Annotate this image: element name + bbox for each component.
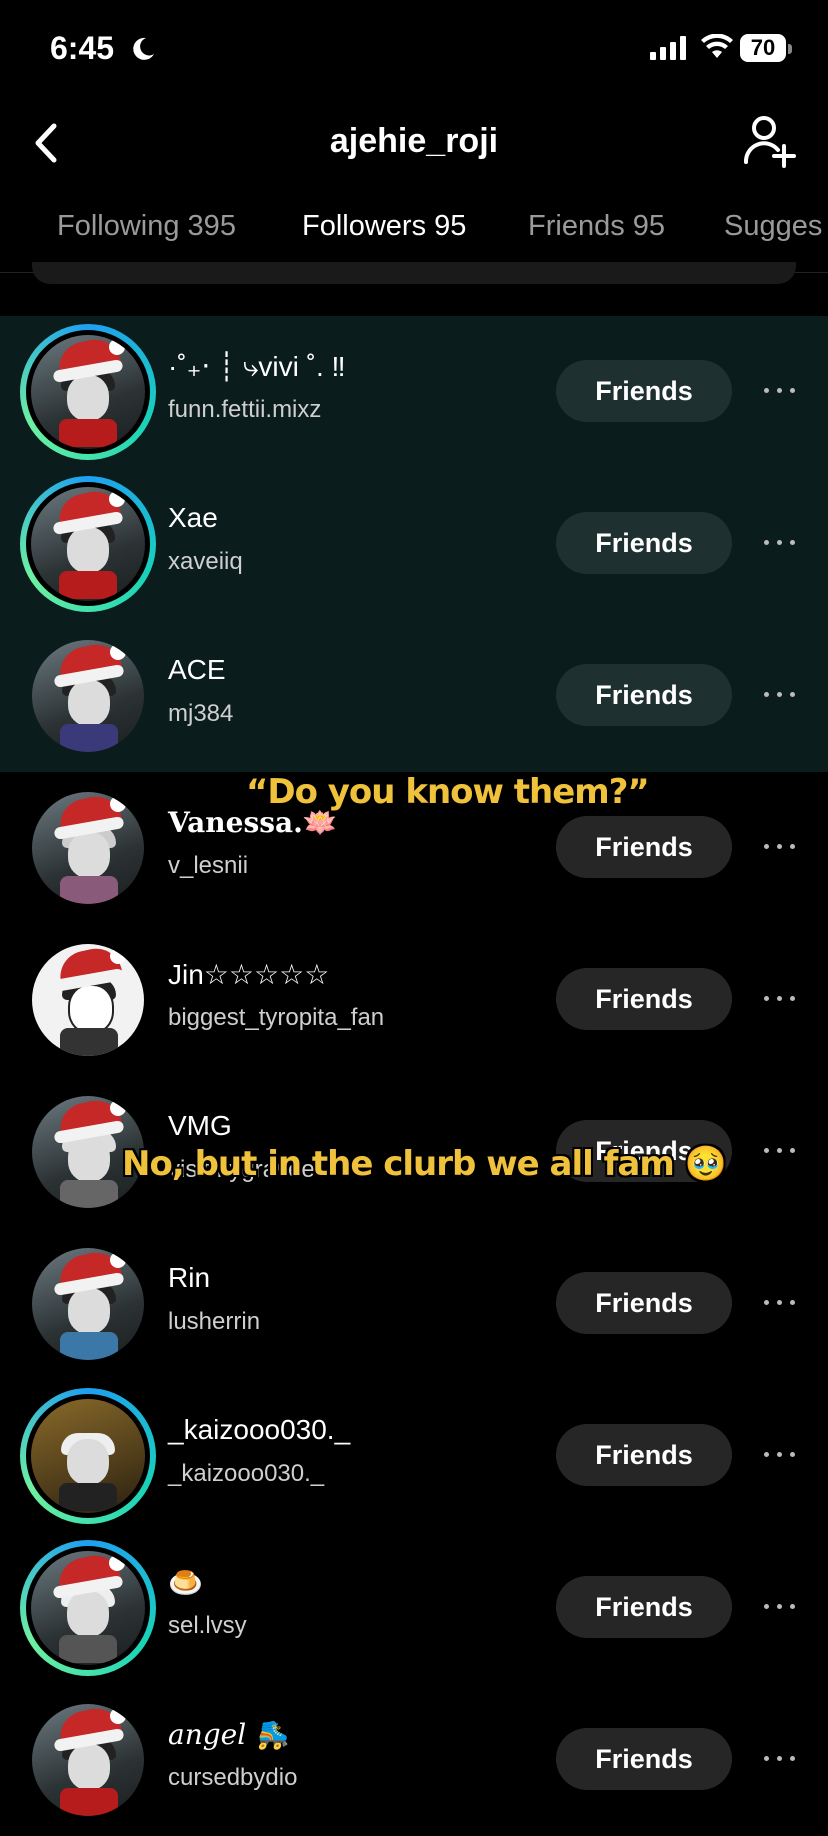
avatar [26, 1546, 150, 1670]
more-options-icon[interactable] [762, 680, 798, 708]
tab-bar: Following 395 Followers 95 Friends 95 Su… [0, 190, 828, 273]
friends-button[interactable]: Friends [556, 1576, 732, 1638]
status-time: 6:45 [50, 30, 115, 66]
more-options-icon[interactable] [762, 1136, 798, 1164]
user-handle: lusherrin [168, 1308, 261, 1335]
list-item[interactable]: angel 🛼 cursedbydio Friends [0, 1684, 828, 1836]
more-options-icon[interactable] [762, 528, 798, 556]
avatar-ring[interactable] [20, 1388, 156, 1524]
friends-button[interactable]: Friends [556, 1424, 732, 1486]
friends-button[interactable]: Friends [556, 1272, 732, 1334]
more-options-icon[interactable] [762, 1440, 798, 1468]
user-display-name: _kaizooo030._ [168, 1414, 351, 1445]
header: ajehie_roji [0, 100, 828, 190]
avatar [32, 792, 144, 904]
caption-overlay-question: “Do you know them?” [246, 772, 650, 812]
avatar [32, 944, 144, 1056]
battery-indicator: 70 [740, 34, 786, 62]
wifi-icon [701, 34, 733, 58]
avatar [26, 1394, 150, 1518]
user-handle: mj384 [168, 700, 234, 727]
user-display-name: ACE [168, 654, 226, 685]
friends-button[interactable]: Friends [556, 968, 732, 1030]
avatar [32, 640, 144, 752]
avatar-ring[interactable] [20, 324, 156, 460]
avatar-ring[interactable] [20, 476, 156, 612]
add-user-icon[interactable] [742, 114, 798, 170]
more-options-icon[interactable] [762, 1592, 798, 1620]
list-item[interactable]: Rin lusherrin Friends [0, 1228, 828, 1380]
user-display-name: ·˚₊‧ ┊ ⤷vivi ˚. ‼ [168, 351, 346, 382]
avatar-ring[interactable] [20, 780, 156, 916]
friends-button[interactable]: Friends [556, 360, 732, 422]
user-handle: cursedbydio [168, 1764, 298, 1791]
page-title: ajehie_roji [329, 122, 499, 160]
tab-friends[interactable]: Friends 95 [528, 210, 665, 243]
avatar-ring[interactable] [20, 1692, 156, 1828]
user-display-name: angel 🛼 [168, 1718, 290, 1751]
friends-button[interactable]: Friends [556, 664, 732, 726]
user-display-name: Xae [168, 502, 218, 533]
avatar [26, 330, 150, 454]
list-item[interactable]: ·˚₊‧ ┊ ⤷vivi ˚. ‼ funn.fettii.mixz Frien… [0, 316, 828, 468]
user-display-name: 🍮 [168, 1567, 203, 1598]
tab-suggested[interactable]: Sugges [724, 210, 822, 243]
avatar-ring[interactable] [20, 1236, 156, 1372]
user-display-name: Jin☆☆☆☆☆ [168, 959, 330, 990]
list-item[interactable]: ACE mj384 Friends [0, 620, 828, 772]
friends-button[interactable]: Friends [556, 512, 732, 574]
user-handle: biggest_tyropita_fan [168, 1004, 385, 1031]
search-bar-edge [32, 262, 796, 284]
more-options-icon[interactable] [762, 1744, 798, 1772]
avatar-ring[interactable] [20, 628, 156, 764]
list-item[interactable]: Xae xaveiiq Friends [0, 468, 828, 620]
avatar [26, 482, 150, 606]
user-handle: _kaizooo030._ [168, 1460, 325, 1487]
list-item[interactable]: 🍮 sel.lvsy Friends [0, 1532, 828, 1684]
avatar [32, 1704, 144, 1816]
user-handle: v_lesnii [168, 852, 249, 879]
tab-following[interactable]: Following 395 [57, 210, 236, 243]
user-handle: xaveiiq [168, 548, 243, 575]
avatar [32, 1248, 144, 1360]
more-options-icon[interactable] [762, 984, 798, 1012]
more-options-icon[interactable] [762, 1288, 798, 1316]
list-item[interactable]: _kaizooo030._ _kaizooo030._ Friends [0, 1380, 828, 1532]
user-handle: sel.lvsy [168, 1612, 247, 1639]
avatar-ring[interactable] [20, 1540, 156, 1676]
battery-tip [788, 44, 792, 54]
more-options-icon[interactable] [762, 832, 798, 860]
moon-icon [133, 37, 154, 60]
caption-overlay-answer: No, but in the clurb we all fam 🥹 [122, 1144, 727, 1184]
user-handle: funn.fettii.mixz [168, 396, 322, 423]
friends-button[interactable]: Friends [556, 1728, 732, 1790]
status-bar: 6:45 70 [0, 0, 828, 100]
user-display-name: Rin [168, 1262, 211, 1293]
user-display-name: VMG [168, 1110, 232, 1141]
tab-followers[interactable]: Followers 95 [302, 210, 466, 243]
friends-button[interactable]: Friends [556, 816, 732, 878]
list-item[interactable]: Jin☆☆☆☆☆ biggest_tyropita_fan Friends [0, 924, 828, 1076]
signal-icon [650, 36, 686, 60]
avatar-ring[interactable] [20, 932, 156, 1068]
more-options-icon[interactable] [762, 376, 798, 404]
